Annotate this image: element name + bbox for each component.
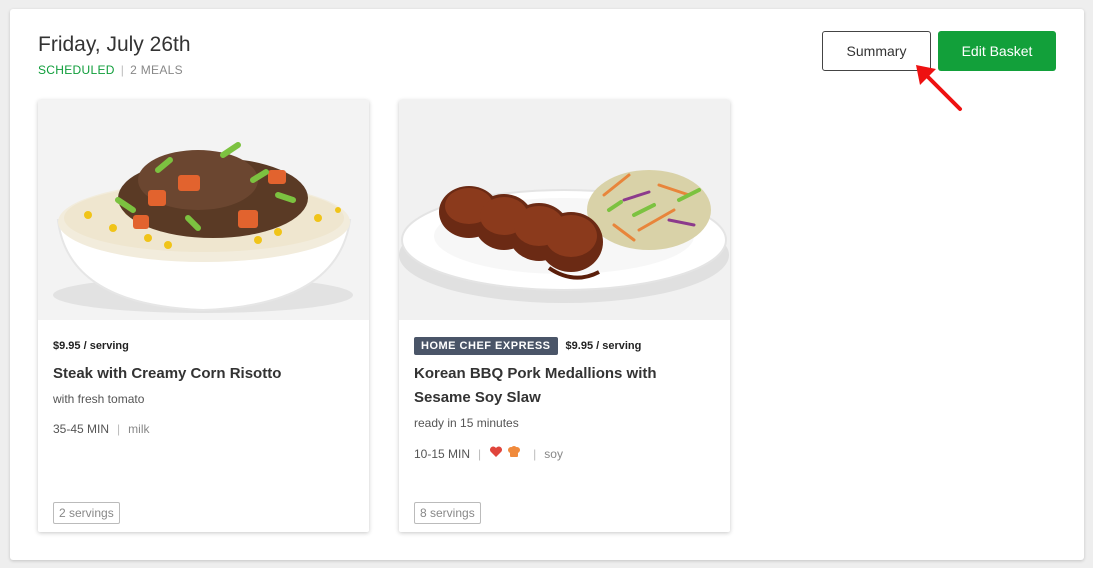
meal-card-body: HOME CHEF EXPRESS $9.95 / serving Korean… — [414, 332, 715, 532]
price-per-serving: $9.95 / serving — [565, 340, 642, 352]
cook-time: 35-45 MIN — [53, 422, 110, 436]
divider: | — [120, 63, 125, 77]
steak-risotto-image — [38, 100, 369, 320]
meal-card-body: $9.95 / serving Steak with Creamy Corn R… — [53, 332, 354, 532]
meal-card[interactable]: HOME CHEF EXPRESS $9.95 / serving Korean… — [399, 100, 730, 532]
divider: | — [533, 446, 537, 461]
servings-badge[interactable]: 8 servings — [414, 502, 481, 524]
meal-card[interactable]: $9.95 / serving Steak with Creamy Corn R… — [38, 100, 369, 532]
meal-subtitle: with fresh tomato — [53, 392, 145, 406]
allergen-label: soy — [544, 446, 563, 461]
express-badge: HOME CHEF EXPRESS — [414, 337, 558, 355]
divider: | — [117, 422, 121, 436]
meal-title[interactable]: Korean BBQ Pork Medallions with Sesame S… — [414, 362, 715, 410]
price-row: $9.95 / serving — [53, 332, 354, 360]
price-row: HOME CHEF EXPRESS $9.95 / serving — [414, 332, 715, 360]
annotation-arrow-icon — [916, 65, 962, 111]
chef-hat-icon — [507, 446, 521, 461]
meal-title[interactable]: Steak with Creamy Corn Risotto — [53, 362, 354, 386]
page-title: Friday, July 26th — [38, 33, 191, 56]
meal-meta: 10-15 MIN | | soy — [414, 446, 715, 461]
heart-icon — [489, 446, 503, 461]
schedule-status-line: SCHEDULED | 2 MEALS — [38, 63, 183, 77]
allergen-label: milk — [128, 422, 150, 436]
divider: | — [478, 446, 482, 461]
meal-day-panel: Friday, July 26th SCHEDULED | 2 MEALS Summ… — [10, 9, 1084, 560]
korean-bbq-pork-image — [399, 100, 730, 320]
price-per-serving: $9.95 / serving — [53, 340, 129, 352]
meal-subtitle: ready in 15 minutes — [414, 416, 519, 430]
cook-time: 10-15 MIN — [414, 446, 471, 461]
servings-badge[interactable]: 2 servings — [53, 502, 120, 524]
meal-count: 2 MEALS — [130, 63, 183, 77]
status-label: SCHEDULED — [38, 63, 115, 77]
meal-meta: 35-45 MIN | milk — [53, 422, 354, 436]
